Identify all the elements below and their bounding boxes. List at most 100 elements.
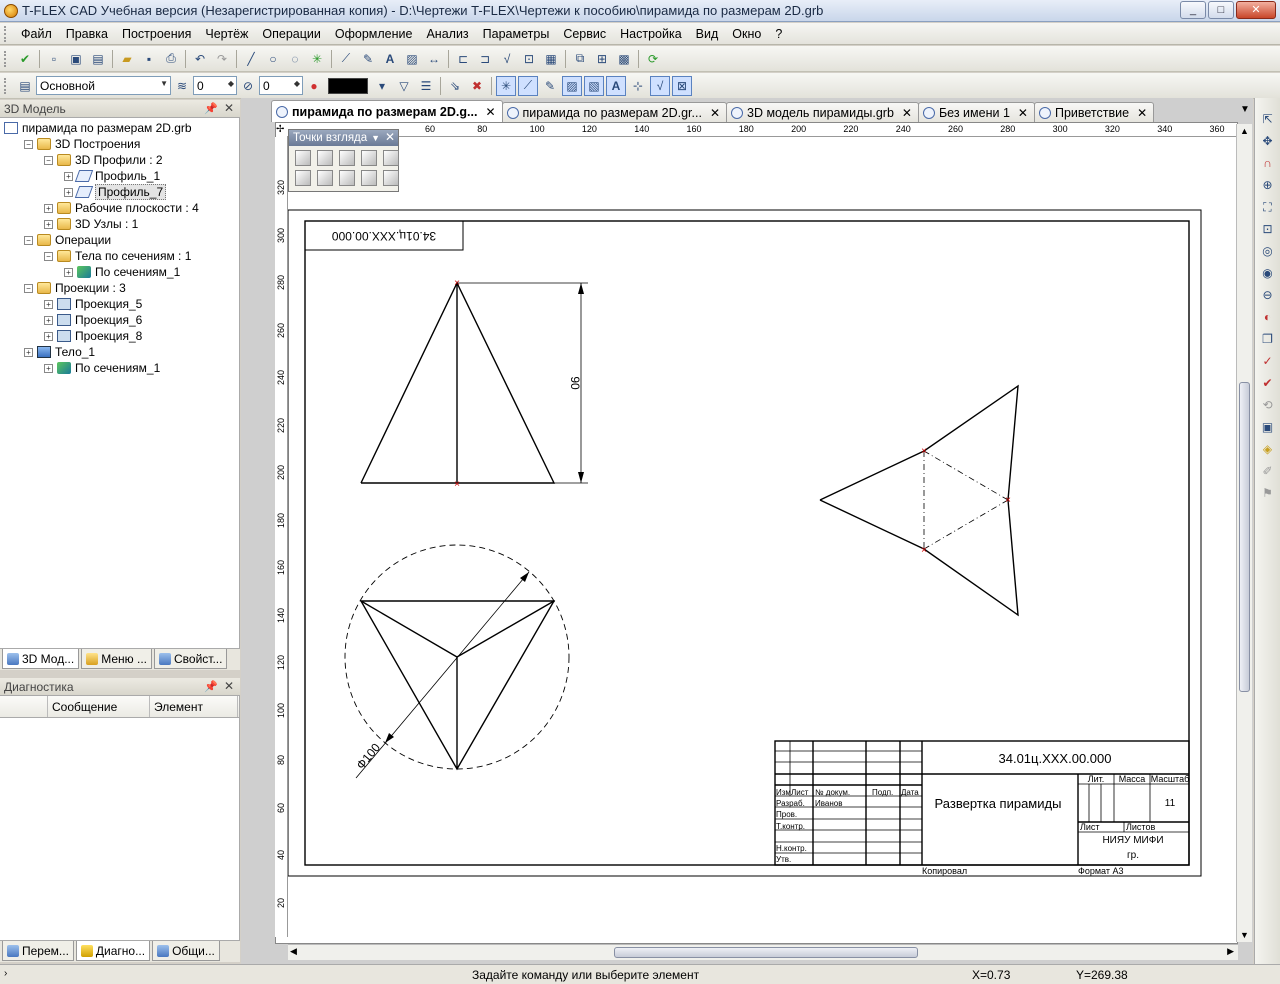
close-tab-icon[interactable]: ✕ (710, 106, 720, 120)
view-back-icon[interactable] (317, 150, 333, 166)
undo-icon[interactable]: ↶ (190, 49, 210, 69)
tab-menu[interactable]: Меню ... (81, 649, 152, 669)
close-icon[interactable]: ✕ (385, 130, 395, 144)
priority-spinner[interactable]: 0 ◆ (193, 76, 237, 95)
close-tab-icon[interactable]: ✕ (1137, 106, 1147, 120)
expand-icon[interactable]: + (24, 347, 33, 357)
expand-icon[interactable]: + (44, 331, 53, 341)
print-icon[interactable]: ⎙ (161, 49, 181, 69)
snap-construction-icon[interactable]: ✎ (540, 76, 560, 96)
vertical-scroll-thumb[interactable] (1239, 382, 1250, 692)
expand-icon[interactable]: + (44, 203, 53, 213)
collapse-icon[interactable]: − (24, 235, 33, 245)
menu-grip[interactable] (4, 25, 8, 42)
zoom-page-icon[interactable]: ◉ (1258, 263, 1278, 283)
view-iso3-icon[interactable] (361, 170, 377, 186)
menu-help[interactable]: ? (768, 25, 789, 43)
collapse-icon[interactable]: − (44, 251, 53, 261)
tree-item[interactable]: − Операции (24, 232, 111, 248)
menu-format[interactable]: Оформление (328, 25, 420, 43)
document-tab[interactable]: пирамида по размерам 2D.gr... ✕ (501, 102, 728, 122)
toolbar-grip[interactable] (4, 77, 8, 94)
cube-icon[interactable]: ◈ (1258, 439, 1278, 459)
zoom-previous-icon[interactable]: ◎ (1258, 241, 1278, 261)
save-icon[interactable]: ▪ (139, 49, 159, 69)
scroll-down-icon[interactable]: ▼ (1240, 930, 1249, 940)
pin-icon[interactable]: 📌 (204, 102, 218, 115)
select-icon[interactable]: ⇱ (1258, 109, 1278, 129)
snap-dim-icon[interactable]: ⊹ (628, 76, 648, 96)
tree-item[interactable]: + Проекция_5 (44, 296, 142, 312)
document-tab[interactable]: Без имени 1 ✕ (917, 102, 1035, 122)
rough-icon[interactable]: √ (497, 49, 517, 69)
fragment-icon[interactable]: ⊏ (453, 49, 473, 69)
tab-diagnostics[interactable]: Диагно... (75, 941, 151, 961)
filter-icon[interactable]: ▽ (394, 76, 414, 96)
copy-icon[interactable]: ❐ (1258, 329, 1278, 349)
ruler-corner-icon[interactable]: ✢ (276, 124, 287, 137)
snap-graphic-icon[interactable]: ▧ (584, 75, 604, 96)
menu-view[interactable]: Вид (689, 25, 726, 43)
line-icon[interactable]: ╱ (241, 49, 261, 69)
list-icon[interactable]: ☰ (416, 76, 436, 96)
menu-analysis[interactable]: Анализ (419, 25, 475, 43)
rotate-icon[interactable]: ⟲ (1258, 395, 1278, 415)
circle-icon[interactable]: ○ (263, 49, 283, 69)
maximize-button[interactable]: □ (1208, 1, 1234, 19)
view-iso2-icon[interactable] (339, 170, 355, 186)
palette-icon[interactable]: ◐ (1258, 307, 1278, 327)
graphic-line-icon[interactable]: ✎ (358, 49, 378, 69)
snap-line-icon[interactable]: ⟋ (518, 75, 538, 96)
close-icon[interactable]: ✕ (224, 679, 234, 693)
diag-col-message[interactable]: Сообщение (48, 696, 150, 717)
menu-settings[interactable]: Настройка (613, 25, 689, 43)
close-icon[interactable]: ✕ (224, 101, 234, 115)
new-document-icon[interactable]: ▫ (44, 49, 64, 69)
tree-item[interactable]: + По сечениям_1 (44, 360, 160, 376)
dimension-icon[interactable]: ↔ (424, 49, 444, 69)
tab-general[interactable]: Общи... (152, 941, 220, 961)
new-template-icon[interactable]: ▤ (88, 49, 108, 69)
tree-item[interactable]: пирамида по размерам 2D.grb (4, 120, 192, 136)
horizontal-scrollbar[interactable]: ◀ ▶ (288, 944, 1238, 960)
tree-item[interactable]: + По сечениям_1 (64, 264, 180, 280)
tree-item[interactable]: − 3D Профили : 2 (44, 152, 163, 168)
tree-item[interactable]: − Проекции : 3 (24, 280, 126, 296)
viewpoints-header[interactable]: Точки взгляда ▼ ✕ (289, 130, 398, 146)
tree-item[interactable]: + Проекция_6 (44, 312, 142, 328)
window-3d-icon[interactable]: ▣ (1258, 417, 1278, 437)
view-front-icon[interactable] (295, 150, 311, 166)
projection-icon[interactable]: ⊞ (592, 49, 612, 69)
expand-icon[interactable]: + (64, 187, 73, 197)
brush-icon[interactable]: ✐ (1258, 461, 1278, 481)
check-icon[interactable]: ✓ (1258, 351, 1278, 371)
color-swatch[interactable] (328, 77, 368, 94)
document-tab[interactable]: Приветствие ✕ (1033, 102, 1155, 122)
regenerate-icon[interactable]: ⟳ (643, 49, 663, 69)
tree-item[interactable]: + Профиль_7 (64, 184, 167, 200)
drawing-sheet[interactable]: 34.01ц.XXX.00.000 × × 90 Ф100 × × × 34.0… (288, 138, 1236, 942)
table-icon[interactable]: ▦ (541, 49, 561, 69)
scroll-right-icon[interactable]: ▶ (1227, 946, 1234, 957)
confirm-icon[interactable]: ✔ (15, 49, 35, 69)
check-all-icon[interactable]: ✔ (1258, 373, 1278, 393)
hatch-icon[interactable]: ▨ (402, 49, 422, 69)
view-iso4-icon[interactable] (383, 170, 399, 186)
zoom-window-icon[interactable]: ⛶ (1258, 197, 1278, 217)
menu-construct[interactable]: Построения (115, 25, 198, 43)
layer-combo[interactable]: Основной ▼ (36, 76, 171, 95)
tree-item[interactable]: +3D Узлы : 1 (44, 216, 138, 232)
menu-window[interactable]: Окно (725, 25, 768, 43)
zoom-extents-icon[interactable]: ⊡ (1258, 219, 1278, 239)
snap-text-icon[interactable]: A (606, 75, 626, 96)
text-icon[interactable]: A (380, 49, 400, 69)
color-palette-icon[interactable]: ● (304, 76, 324, 96)
tab-properties[interactable]: Свойст... (154, 649, 228, 669)
minimize-button[interactable]: _ (1180, 1, 1206, 19)
tree-item[interactable]: − Тела по сечениям : 1 (44, 248, 191, 264)
tree-item[interactable]: + Проекция_8 (44, 328, 142, 344)
expand-icon[interactable]: + (64, 267, 73, 277)
toolbar-grip[interactable] (4, 50, 8, 67)
ellipse-icon[interactable]: ◌ (285, 49, 305, 69)
tab-variables[interactable]: Перем... (2, 941, 74, 961)
